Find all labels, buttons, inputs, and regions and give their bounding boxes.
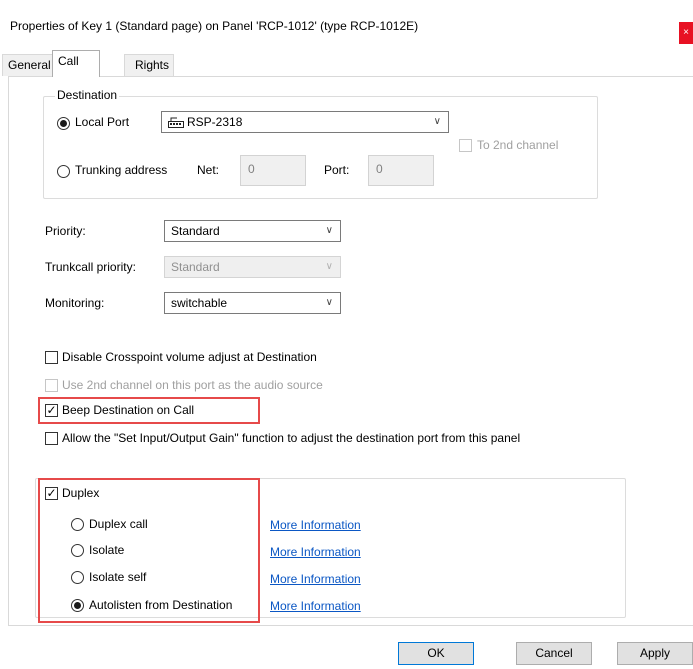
apply-button[interactable]: Apply [617, 642, 693, 665]
monitoring-dropdown[interactable]: switchable ∨ [164, 292, 341, 314]
autolisten-label: Autolisten from Destination [89, 598, 233, 612]
net-field[interactable]: 0 [240, 155, 306, 186]
isolate-radio[interactable] [71, 544, 84, 557]
priority-dropdown[interactable]: Standard ∨ [164, 220, 341, 242]
apply-label: Apply [639, 646, 671, 660]
window-title: Properties of Key 1 (Standard page) on P… [10, 19, 419, 33]
port-value: 0 [376, 162, 383, 176]
allow-gain-checkbox[interactable] [45, 432, 58, 445]
duplex-call-label: Duplex call [89, 517, 148, 531]
priority-label: Priority: [45, 224, 86, 238]
cancel-label: Cancel [535, 646, 573, 660]
tab-general[interactable]: General [2, 54, 54, 76]
monitoring-label: Monitoring: [45, 296, 105, 310]
port-field[interactable]: 0 [368, 155, 434, 186]
close-button[interactable]: × [679, 22, 693, 44]
tab-label: General [8, 58, 51, 72]
title-bar: Properties of Key 1 (Standard page) on P… [0, 0, 693, 48]
autolisten-radio[interactable] [71, 599, 84, 612]
tab-panel-call: Destination Local Port RSP-2318 ∨ To 2nd… [8, 76, 693, 626]
priority-value: Standard [171, 224, 220, 238]
more-information-link[interactable]: More Information [270, 572, 361, 586]
use-2nd-channel-checkbox[interactable] [45, 379, 58, 392]
ok-label: OK [427, 646, 445, 660]
check-icon: ✓ [46, 403, 57, 417]
tab-call[interactable]: Call [52, 50, 100, 77]
tab-label: Call [58, 54, 79, 68]
local-port-label: Local Port [75, 115, 130, 129]
tab-label: Rights [135, 58, 170, 72]
disable-crosspoint-checkbox[interactable] [45, 351, 58, 364]
to-2nd-channel-checkbox[interactable] [459, 139, 472, 152]
allow-gain-label: Allow the "Set Input/Output Gain" functi… [62, 431, 521, 445]
local-port-dropdown[interactable]: RSP-2318 ∨ [161, 111, 449, 133]
isolate-self-label: Isolate self [89, 570, 147, 584]
trunkcall-priority-value: Standard [171, 260, 220, 274]
beep-destination-checkbox[interactable]: ✓ [45, 404, 58, 417]
chevron-down-icon: ∨ [325, 225, 333, 236]
cancel-button[interactable]: Cancel [516, 642, 592, 665]
chevron-down-icon: ∨ [325, 261, 333, 272]
duplex-call-radio[interactable] [71, 518, 84, 531]
trunking-address-radio[interactable] [57, 165, 70, 178]
destination-legend: Destination [55, 88, 120, 102]
duplex-checkbox[interactable]: ✓ [45, 487, 58, 500]
check-icon: ✓ [46, 486, 57, 500]
local-port-value: RSP-2318 [187, 115, 243, 129]
net-value: 0 [248, 162, 255, 176]
isolate-label: Isolate [89, 543, 125, 557]
ok-button[interactable]: OK [398, 642, 474, 665]
trunking-address-label: Trunking address [75, 163, 168, 177]
disable-crosspoint-label: Disable Crosspoint volume adjust at Dest… [62, 350, 317, 364]
tab-strip: General Call Rights [0, 48, 693, 77]
to-2nd-channel-label: To 2nd channel [477, 138, 559, 152]
close-icon: × [683, 27, 689, 38]
chevron-down-icon: ∨ [433, 116, 441, 127]
monitoring-value: switchable [171, 296, 228, 310]
trunkcall-priority-label: Trunkcall priority: [45, 260, 136, 274]
use-2nd-channel-label: Use 2nd channel on this port as the audi… [62, 378, 323, 392]
chevron-down-icon: ∨ [325, 297, 333, 308]
port-label: Port: [324, 163, 350, 177]
duplex-label: Duplex [62, 486, 100, 500]
more-information-link[interactable]: More Information [270, 518, 361, 532]
local-port-radio[interactable] [57, 117, 70, 130]
beep-destination-label: Beep Destination on Call [62, 403, 195, 417]
net-label: Net: [197, 163, 220, 177]
more-information-link[interactable]: More Information [270, 599, 361, 613]
isolate-self-radio[interactable] [71, 571, 84, 584]
more-information-link[interactable]: More Information [270, 545, 361, 559]
device-port-icon [168, 117, 184, 129]
trunkcall-priority-dropdown[interactable]: Standard ∨ [164, 256, 341, 278]
tab-rights[interactable]: Rights [124, 54, 174, 76]
